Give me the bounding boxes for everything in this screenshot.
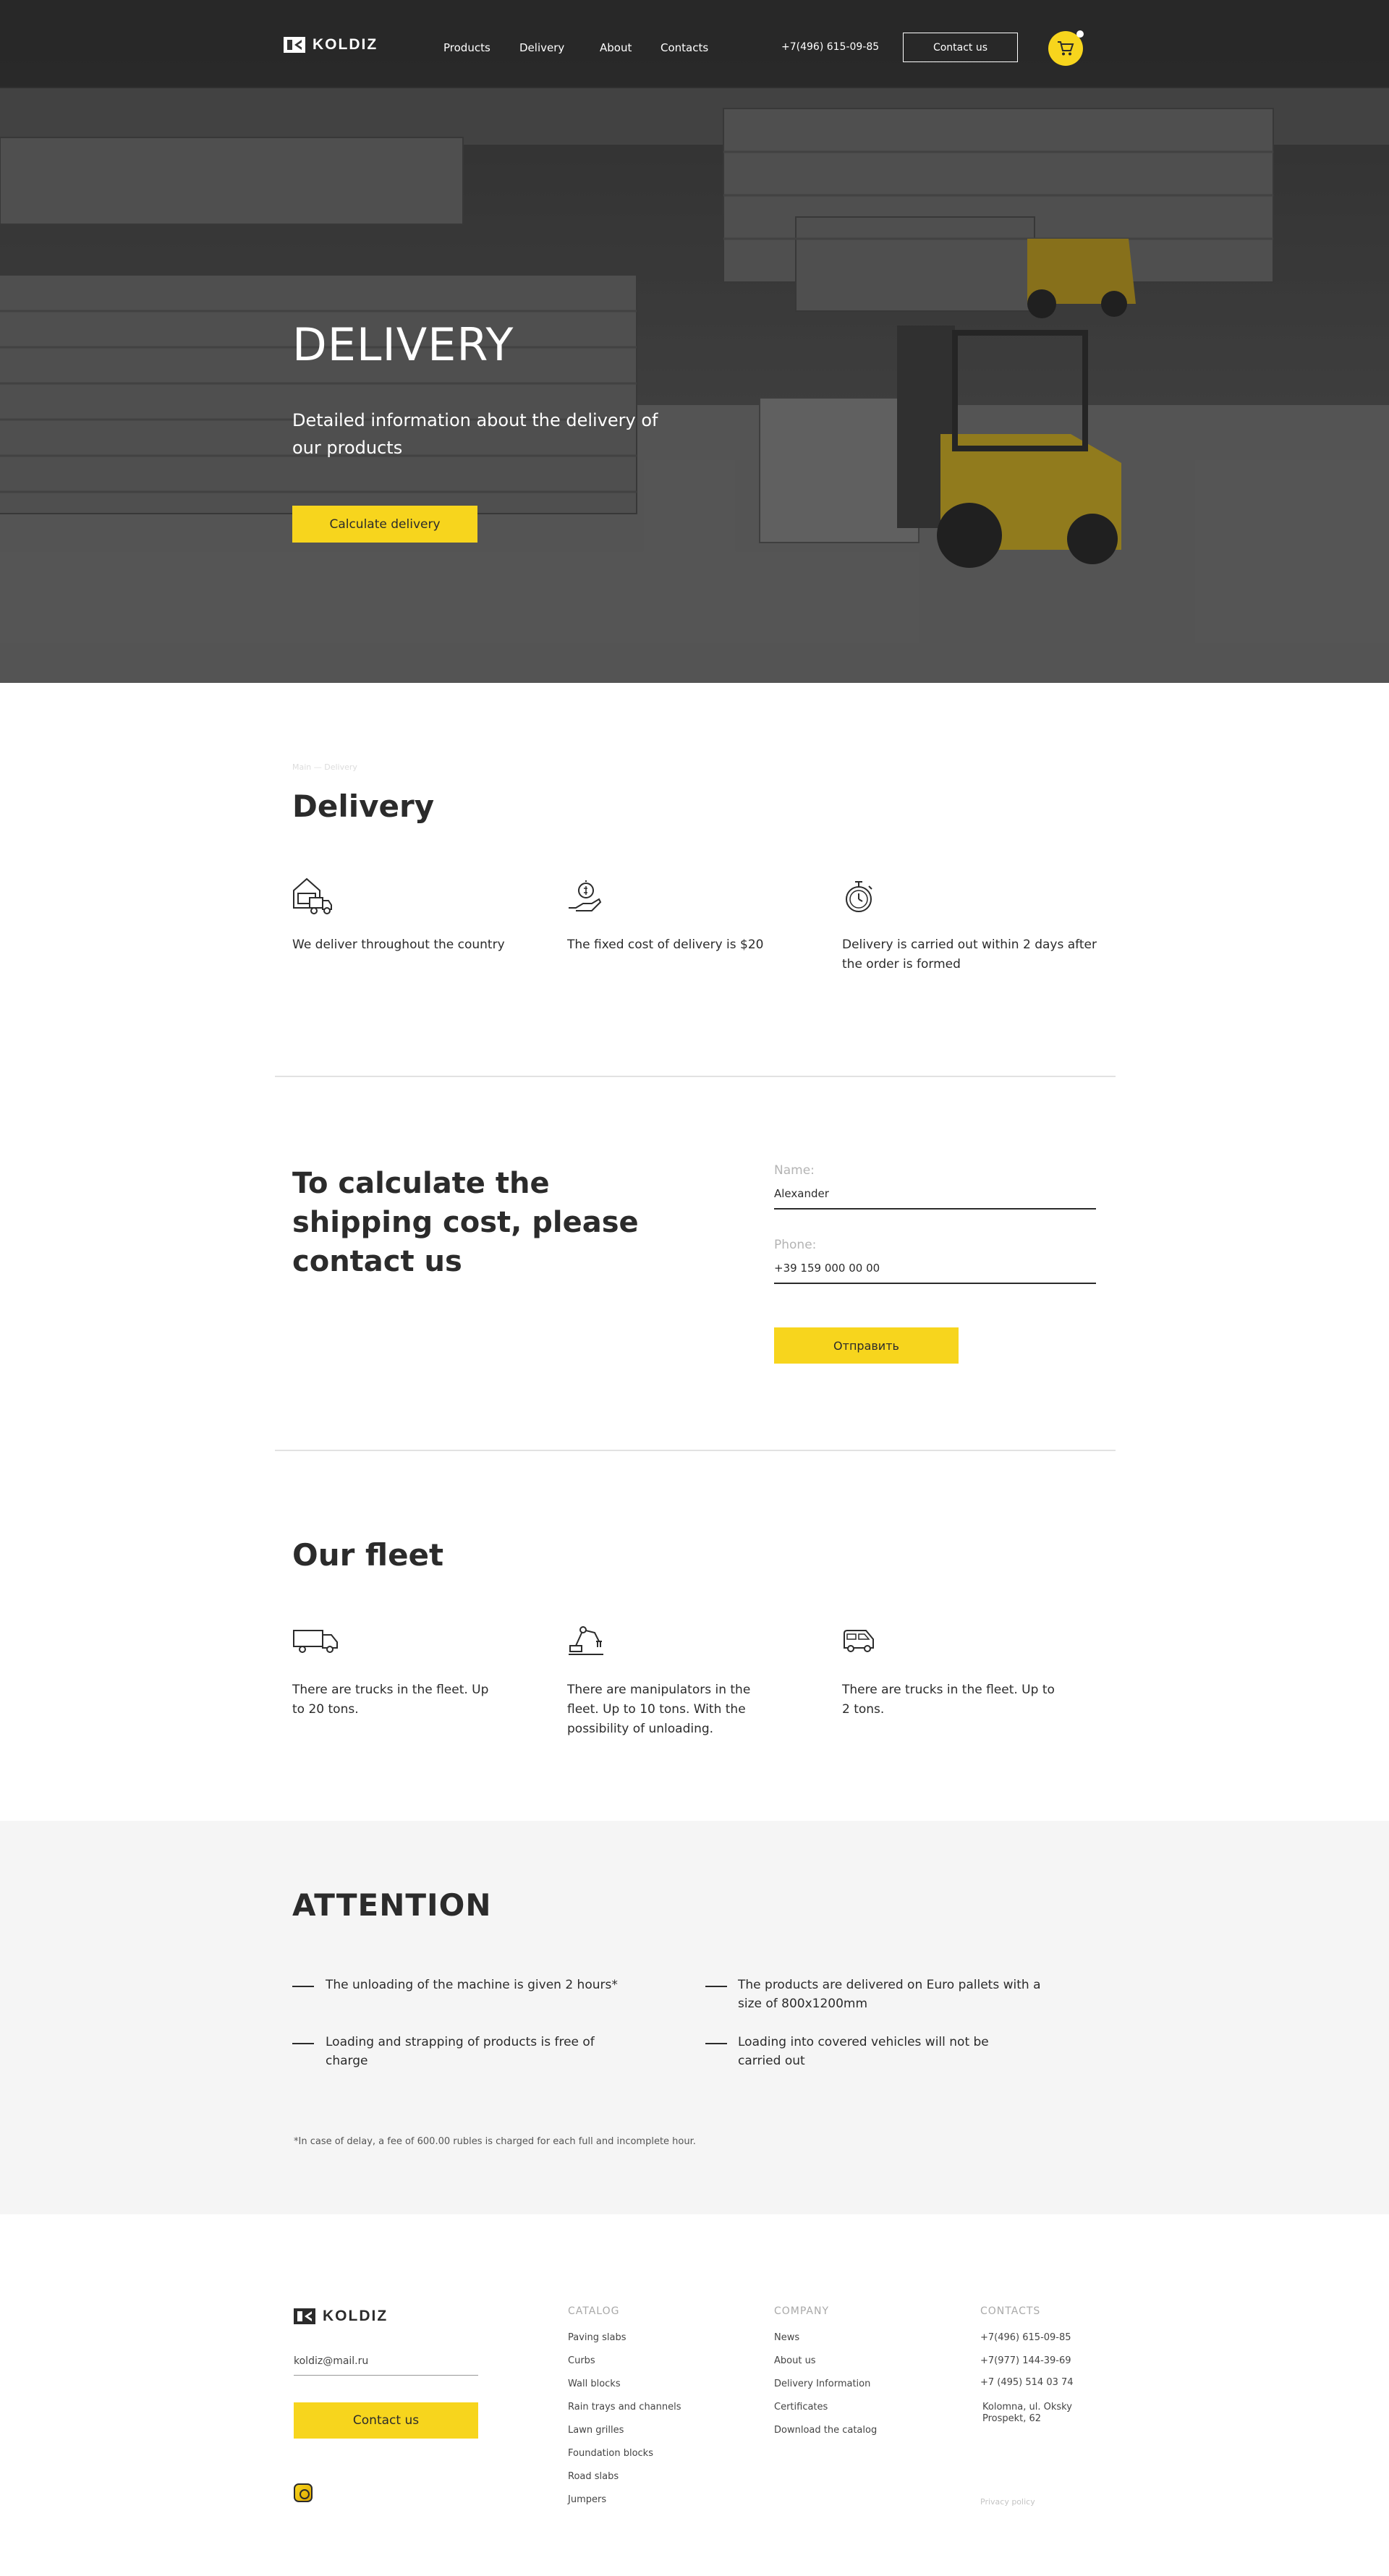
header-logo[interactable]: KOLDIZ bbox=[284, 36, 378, 54]
attention-note: *In case of delay, a fee of 600.00 ruble… bbox=[294, 2136, 696, 2147]
nav-delivery[interactable]: Delivery bbox=[519, 41, 564, 54]
cart-badge bbox=[1076, 30, 1084, 38]
bullet-dash bbox=[292, 1986, 314, 1987]
nav-products[interactable]: Products bbox=[443, 41, 490, 54]
footer-phone[interactable]: +7(496) 615-09-85 bbox=[980, 2332, 1071, 2343]
footer-company-link[interactable]: About us bbox=[774, 2355, 816, 2366]
koldiz-logo-icon bbox=[294, 2308, 315, 2324]
footer-company-link[interactable]: Certificates bbox=[774, 2402, 828, 2413]
hero-title: DELIVERY bbox=[292, 318, 514, 371]
phone-field[interactable]: +39 159 000 00 00 bbox=[774, 1262, 880, 1275]
privacy-policy-link[interactable]: Privacy policy bbox=[980, 2497, 1035, 2507]
manipulator-crane-icon bbox=[569, 1626, 603, 1655]
cart-icon bbox=[1058, 41, 1074, 56]
logo-text: KOLDIZ bbox=[313, 36, 378, 53]
attention-item: The products are delivered on Euro palle… bbox=[738, 1978, 1041, 2011]
feature-text-time: Delivery is carried out within 2 days af… bbox=[842, 938, 1097, 972]
divider bbox=[275, 1076, 1116, 1077]
fleet-text-trucks-20: There are trucks in the fleet. Up to 20 … bbox=[292, 1683, 489, 1717]
footer-catalog-link[interactable]: Foundation blocks bbox=[568, 2448, 653, 2459]
attention-title: ATTENTION bbox=[292, 1887, 492, 1923]
phone-field-underline bbox=[774, 1283, 1096, 1284]
footer-catalog-link[interactable]: Lawn grilles bbox=[568, 2425, 624, 2436]
footer-logo[interactable]: KOLDIZ bbox=[294, 2308, 388, 2325]
footer-catalog-link[interactable]: Paving slabs bbox=[568, 2332, 626, 2343]
delivery-title: Delivery bbox=[292, 788, 435, 824]
footer-catalog-link[interactable]: Rain trays and channels bbox=[568, 2402, 681, 2413]
logo-text: KOLDIZ bbox=[323, 2308, 388, 2324]
calculate-delivery-button[interactable]: Calculate delivery bbox=[292, 506, 477, 543]
calc-title: To calculate the shipping cost, please c… bbox=[292, 1167, 639, 1278]
email-underline bbox=[294, 2375, 478, 2376]
hand-coin-icon bbox=[569, 880, 602, 911]
nav-about[interactable]: About bbox=[600, 41, 632, 54]
header-contact-button[interactable]: Contact us bbox=[903, 33, 1018, 62]
hero-subtitle: Detailed information about the delivery … bbox=[292, 410, 658, 458]
bullet-dash bbox=[705, 1986, 727, 1987]
footer-company-link[interactable]: News bbox=[774, 2332, 799, 2343]
fleet-text-trucks-2: There are trucks in the fleet. Up to 2 t… bbox=[842, 1683, 1055, 1717]
instagram-icon[interactable] bbox=[294, 2483, 313, 2502]
attention-item: The unloading of the machine is given 2 … bbox=[326, 1978, 618, 1992]
fleet-text-manipulators: There are manipulators in the fleet. Up … bbox=[567, 1683, 751, 1736]
feature-text-cost: The fixed cost of delivery is $20 bbox=[567, 938, 764, 952]
footer-email[interactable]: koldiz@mail.ru bbox=[294, 2355, 368, 2367]
header-phone[interactable]: +7(496) 615-09-85 bbox=[781, 41, 879, 53]
footer-catalog-link[interactable]: Road slabs bbox=[568, 2471, 619, 2482]
hero-overlay bbox=[0, 0, 1389, 683]
name-field-underline bbox=[774, 1208, 1096, 1210]
breadcrumb[interactable]: Main — Delivery bbox=[292, 762, 357, 772]
footer-catalog-link[interactable]: Curbs bbox=[568, 2355, 595, 2366]
nav-contacts[interactable]: Contacts bbox=[660, 41, 708, 54]
truck-icon bbox=[293, 1630, 338, 1653]
footer-address: Kolomna, ul. Oksky Prospekt, 62 bbox=[982, 2402, 1072, 2424]
bullet-dash bbox=[292, 2043, 314, 2044]
name-field[interactable]: Alexander bbox=[774, 1187, 829, 1200]
footer-catalog-link[interactable]: Jumpers bbox=[568, 2494, 606, 2505]
koldiz-logo-icon bbox=[284, 37, 305, 53]
footer-phone[interactable]: +7(977) 144-39-69 bbox=[980, 2355, 1071, 2366]
footer-catalog-heading: CATALOG bbox=[568, 2305, 620, 2317]
stopwatch-icon bbox=[846, 881, 872, 912]
footer-contacts-heading: CONTACTS bbox=[980, 2305, 1041, 2317]
phone-label: Phone: bbox=[774, 1238, 817, 1252]
footer-company-link[interactable]: Delivery Information bbox=[774, 2379, 870, 2389]
bullet-dash bbox=[705, 2043, 727, 2044]
divider bbox=[275, 1450, 1116, 1451]
footer-company-heading: COMPANY bbox=[774, 2305, 830, 2317]
fleet-title: Our fleet bbox=[292, 1537, 444, 1573]
warehouse-truck-icon bbox=[293, 877, 332, 914]
footer-catalog-link[interactable]: Wall blocks bbox=[568, 2379, 621, 2389]
hero-section bbox=[0, 0, 1389, 683]
feature-text-coverage: We deliver throughout the country bbox=[292, 938, 505, 952]
attention-item: Loading into covered vehicles will not b… bbox=[738, 2035, 989, 2068]
van-icon bbox=[844, 1630, 874, 1652]
footer-company-link[interactable]: Download the catalog bbox=[774, 2425, 877, 2436]
name-label: Name: bbox=[774, 1163, 815, 1178]
submit-button[interactable]: Отправить bbox=[774, 1327, 959, 1364]
footer-contact-button[interactable]: Contact us bbox=[294, 2402, 478, 2439]
footer-phone[interactable]: +7 (495) 514 03 74 bbox=[980, 2377, 1074, 2388]
attention-item: Loading and strapping of products is fre… bbox=[326, 2035, 595, 2068]
attention-section bbox=[0, 1821, 1389, 2214]
